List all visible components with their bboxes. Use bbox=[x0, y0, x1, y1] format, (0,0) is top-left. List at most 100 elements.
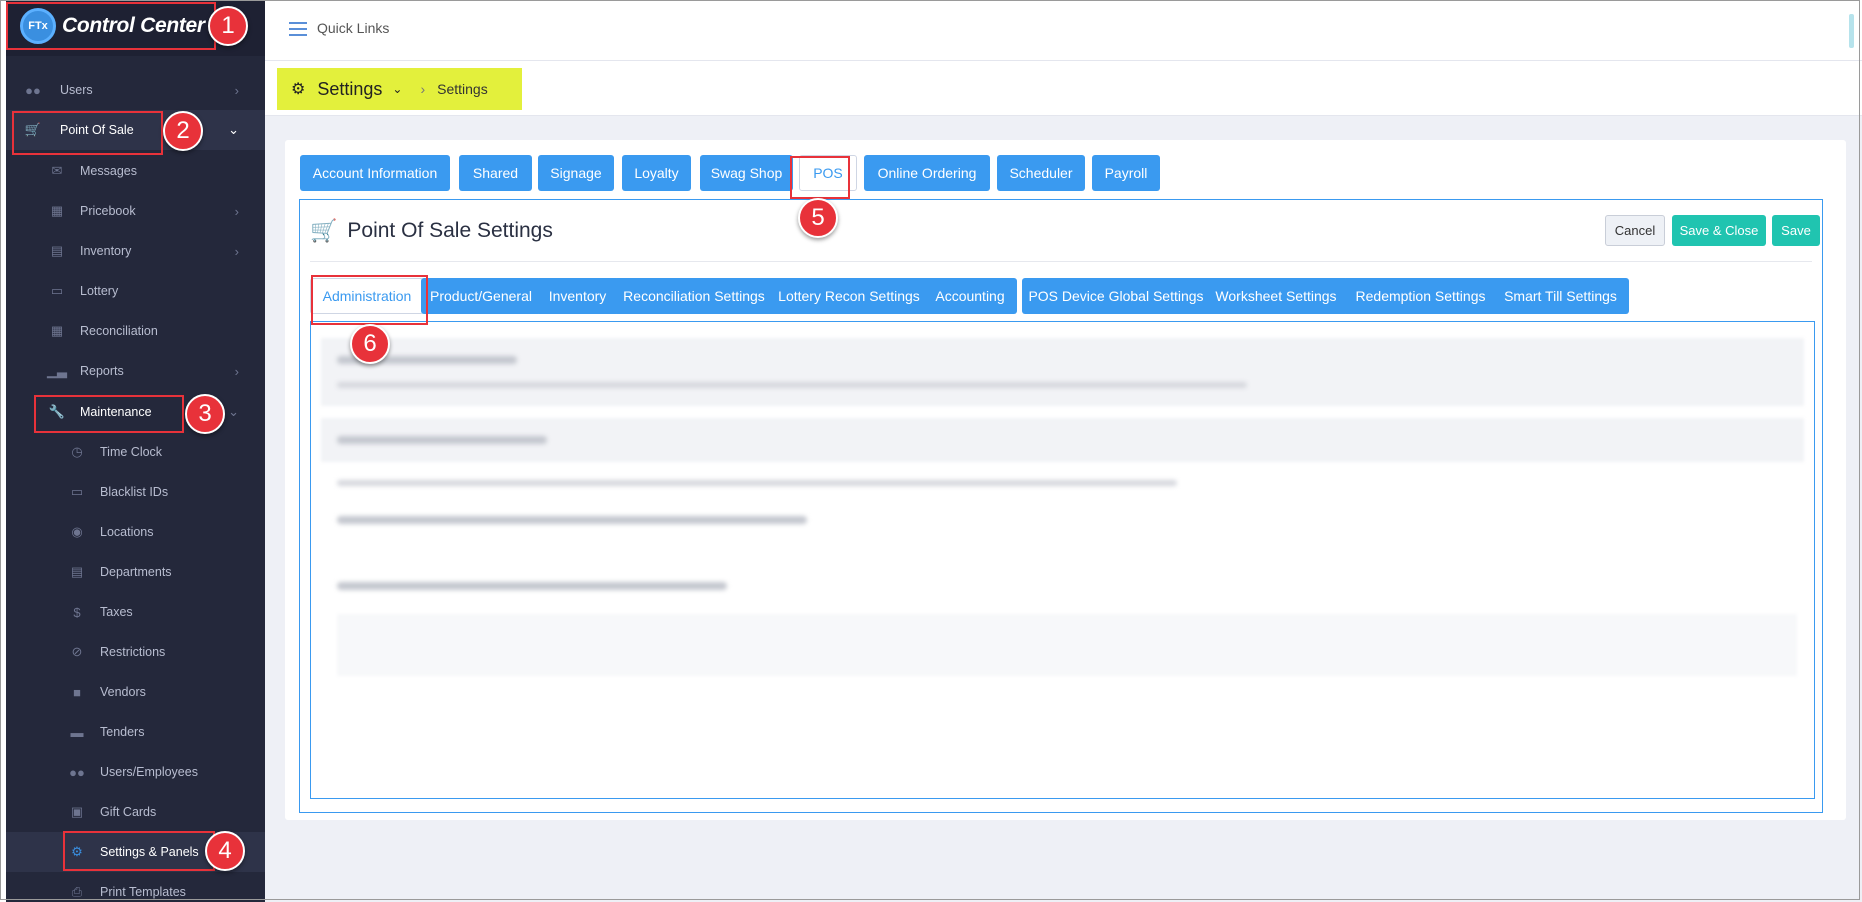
gift-icon: ▣ bbox=[70, 804, 84, 819]
users-icon: ●● bbox=[69, 764, 85, 780]
subtab-administration[interactable]: Administration bbox=[310, 278, 424, 314]
breadcrumb: ⚙ Settings ⌄ › Settings bbox=[277, 68, 522, 110]
sidebar-item-vendors[interactable]: ■ Vendors bbox=[6, 672, 265, 712]
cancel-button[interactable]: Cancel bbox=[1605, 215, 1665, 246]
sidebar-item-taxes[interactable]: $ Taxes bbox=[6, 592, 265, 632]
sidebar-item-reconciliation[interactable]: ▦ Reconciliation bbox=[6, 311, 265, 351]
sidebar-item-gift-cards[interactable]: ▣ Gift Cards bbox=[6, 792, 265, 832]
sidebar-item-departments[interactable]: ▤ Departments bbox=[6, 552, 265, 592]
sidebar-item-label: Users/Employees bbox=[100, 765, 198, 779]
tab-signage[interactable]: Signage bbox=[538, 155, 614, 191]
message-icon: ✉ bbox=[51, 163, 63, 178]
sidebar-item-label: Print Templates bbox=[100, 885, 186, 899]
sidebar-item-users[interactable]: ●● Users › bbox=[6, 70, 265, 110]
blurred-textarea bbox=[337, 614, 1797, 676]
gear-icon: ⚙ bbox=[71, 844, 83, 859]
save-button[interactable]: Save bbox=[1772, 215, 1820, 246]
chevron-right-icon: › bbox=[234, 363, 239, 379]
gear-icon: ⚙ bbox=[291, 81, 306, 98]
tab-online-ordering[interactable]: Online Ordering bbox=[864, 155, 990, 191]
sidebar-item-label: Messages bbox=[80, 164, 137, 178]
sidebar-item-locations[interactable]: ◉ Locations bbox=[6, 512, 265, 552]
sidebar-item-label: Taxes bbox=[100, 605, 133, 619]
breadcrumb-bar: ⚙ Settings ⌄ › Settings bbox=[265, 61, 1862, 116]
grid-icon: ▦ bbox=[50, 323, 64, 338]
sidebar-item-label: Reports bbox=[80, 364, 124, 378]
logo-gear-icon: FTx bbox=[20, 8, 56, 44]
quick-links-link[interactable]: Quick Links bbox=[317, 20, 389, 36]
sidebar-item-label: Gift Cards bbox=[100, 805, 157, 819]
tab-loyalty[interactable]: Loyalty bbox=[622, 155, 691, 191]
subtab-redemption-settings[interactable]: Redemption Settings bbox=[1343, 278, 1498, 314]
sidebar-item-label: Departments bbox=[100, 565, 172, 579]
sidebar-item-tenders[interactable]: ▬ Tenders bbox=[6, 712, 265, 752]
sidebar-item-pricebook[interactable]: ▦ Pricebook › bbox=[6, 191, 265, 231]
users-icon: ●● bbox=[25, 82, 41, 98]
sidebar-item-blacklist-ids[interactable]: ▭ Blacklist IDs bbox=[6, 472, 265, 512]
cart-plus-icon: 🛒 bbox=[310, 218, 338, 243]
save-close-button[interactable]: Save & Close bbox=[1672, 215, 1766, 246]
chevron-right-icon: › bbox=[420, 81, 426, 97]
sidebar-item-reports[interactable]: ▁▃ Reports › bbox=[6, 351, 265, 391]
blurred-section bbox=[321, 338, 1804, 406]
subtab-worksheet-settings[interactable]: Worksheet Settings bbox=[1204, 278, 1348, 314]
app-logo[interactable]: FTx Control Center bbox=[12, 4, 220, 48]
chevron-down-icon[interactable]: ⌄ bbox=[392, 82, 402, 96]
tab-swag-shop[interactable]: Swag Shop bbox=[700, 155, 793, 191]
sidebar-item-lottery[interactable]: ▭ Lottery bbox=[6, 271, 265, 311]
sidebar-item-label: Restrictions bbox=[100, 645, 166, 659]
sidebar-item-inventory[interactable]: ▤ Inventory › bbox=[6, 231, 265, 271]
ban-icon: ⊘ bbox=[71, 644, 83, 659]
sidebar-item-label: Lottery bbox=[80, 284, 119, 298]
top-bar: Quick Links bbox=[265, 0, 1862, 61]
tab-account-information[interactable]: Account Information bbox=[300, 155, 450, 191]
subtab-lottery-recon-settings[interactable]: Lottery Recon Settings bbox=[768, 278, 930, 314]
tab-pos[interactable]: POS bbox=[799, 155, 857, 191]
sidebar-item-print-templates[interactable]: ⎙ Print Templates bbox=[6, 872, 265, 902]
blurred-text bbox=[337, 480, 1177, 486]
sidebar-item-label: Maintenance bbox=[80, 405, 152, 419]
chevron-right-icon: › bbox=[234, 243, 239, 259]
annotation-badge-5: 5 bbox=[798, 198, 838, 238]
blurred-text bbox=[337, 582, 727, 590]
sidebar-item-messages[interactable]: ✉ Messages bbox=[6, 151, 265, 191]
sidebar-item-point-of-sale[interactable]: 🛒 Point Of Sale ⌄ bbox=[6, 110, 265, 150]
blurred-text bbox=[337, 436, 547, 444]
sidebar-item-users-employees[interactable]: ●● Users/Employees bbox=[6, 752, 265, 792]
cart-icon: 🛒 bbox=[24, 122, 42, 137]
inventory-icon: ▤ bbox=[50, 243, 64, 258]
settings-card: Account Information Shared Signage Loyal… bbox=[285, 140, 1846, 820]
building-icon: ▤ bbox=[70, 564, 84, 579]
page-title[interactable]: Settings bbox=[317, 79, 382, 100]
annotation-badge-2: 2 bbox=[163, 111, 203, 151]
subtab-pos-device-global-settings[interactable]: POS Device Global Settings bbox=[1022, 278, 1210, 314]
sidebar-item-label: Time Clock bbox=[100, 445, 163, 459]
sidebar-item-label: Inventory bbox=[80, 244, 132, 258]
sidebar-item-maintenance[interactable]: 🔧 Maintenance ⌄ bbox=[6, 392, 265, 432]
tab-payroll[interactable]: Payroll bbox=[1092, 155, 1160, 191]
panel-title: Point Of Sale Settings bbox=[347, 219, 553, 242]
subtab-accounting[interactable]: Accounting bbox=[923, 278, 1017, 314]
app-title: Control Center bbox=[62, 14, 205, 37]
sidebar-item-time-clock[interactable]: ◷ Time Clock bbox=[6, 432, 265, 472]
administration-content bbox=[310, 321, 1815, 799]
pos-settings-panel: 🛒 Point Of Sale Settings Cancel Save & C… bbox=[299, 199, 1823, 813]
calculator-icon: ▦ bbox=[50, 203, 64, 218]
subtab-smart-till-settings[interactable]: Smart Till Settings bbox=[1492, 278, 1629, 314]
annotation-badge-1: 1 bbox=[208, 6, 248, 46]
menu-icon[interactable] bbox=[289, 22, 307, 36]
annotation-badge-3: 3 bbox=[185, 394, 225, 434]
tab-scheduler[interactable]: Scheduler bbox=[997, 155, 1085, 191]
subtab-product-general[interactable]: Product/General bbox=[421, 278, 541, 314]
sidebar-item-label: Pricebook bbox=[80, 204, 136, 218]
panel-header: 🛒 Point Of Sale Settings bbox=[310, 218, 553, 244]
sidebar-item-restrictions[interactable]: ⊘ Restrictions bbox=[6, 632, 265, 672]
wrench-icon: 🔧 bbox=[48, 404, 66, 419]
subtab-reconciliation-settings[interactable]: Reconciliation Settings bbox=[614, 278, 774, 314]
tab-shared[interactable]: Shared bbox=[459, 155, 532, 191]
sidebar-item-label: Reconciliation bbox=[80, 324, 158, 338]
pin-icon: ◉ bbox=[71, 524, 83, 539]
chevron-down-icon: ⌄ bbox=[228, 404, 239, 419]
subtab-inventory[interactable]: Inventory bbox=[536, 278, 619, 314]
scroll-indicator bbox=[1849, 14, 1854, 48]
